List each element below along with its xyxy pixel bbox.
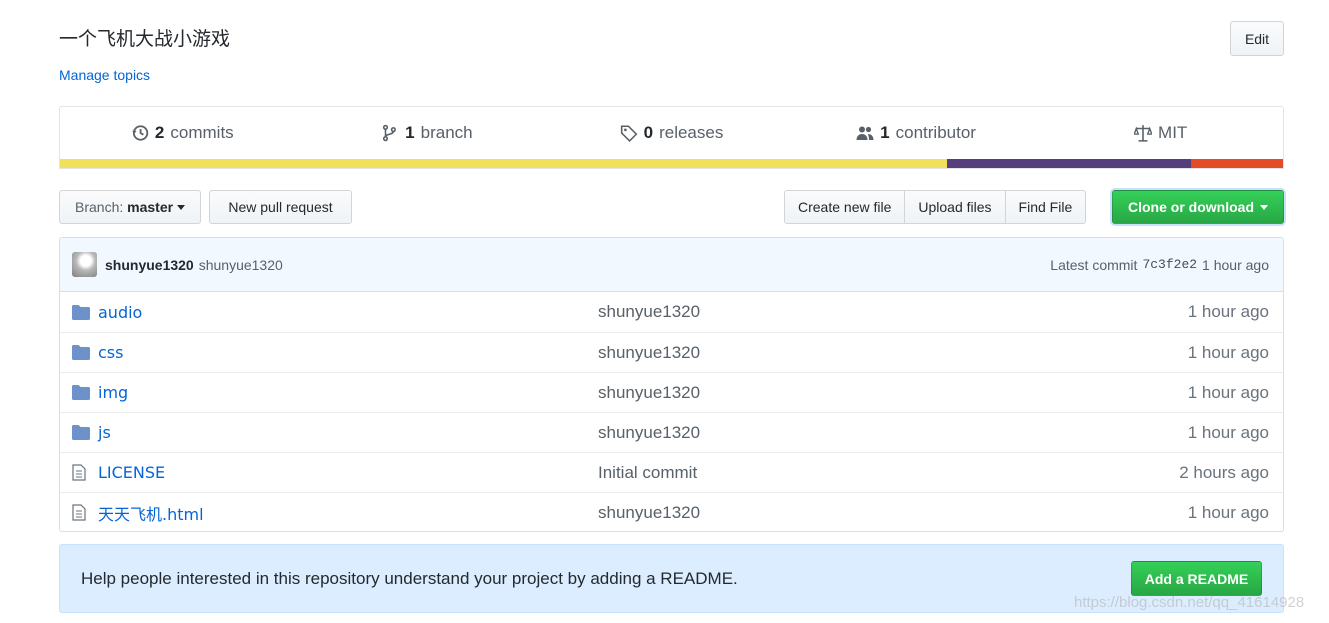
branch-name: master <box>127 199 174 215</box>
latest-commit-info: Latest commit 7c3f2e2 1 hour ago <box>1050 257 1269 273</box>
file-row: 天天飞机.html shunyue1320 1 hour ago <box>60 492 1283 531</box>
tag-icon <box>620 125 638 142</box>
file-name-link[interactable]: img <box>98 383 598 402</box>
releases-label: releases <box>659 123 724 142</box>
language-bar[interactable] <box>60 159 1283 168</box>
contributor-label: contributor <box>895 123 976 142</box>
file-commit-message[interactable]: shunyue1320 <box>598 343 1188 363</box>
folder-icon <box>72 345 90 361</box>
branch-prefix: Branch: <box>75 199 124 215</box>
file-icon <box>72 464 90 481</box>
contributors-stat[interactable]: 1 contributor <box>794 107 1039 159</box>
language-bar-segment[interactable] <box>946 159 1192 168</box>
file-commit-age: 2 hours ago <box>1179 462 1269 482</box>
file-row: js shunyue1320 1 hour ago <box>60 412 1283 452</box>
upload-files-button[interactable]: Upload files <box>904 190 1006 224</box>
folder-icon <box>72 385 90 401</box>
file-commit-message[interactable]: shunyue1320 <box>598 423 1188 443</box>
people-icon <box>856 126 874 140</box>
commit-author[interactable]: shunyue1320 <box>105 257 194 273</box>
caret-down-icon <box>1260 204 1268 210</box>
folder-icon <box>72 304 90 320</box>
clone-or-download-button[interactable]: Clone or download <box>1112 190 1284 224</box>
file-commit-age: 1 hour ago <box>1187 382 1269 402</box>
branch-icon <box>383 124 397 142</box>
manage-topics-link[interactable]: Manage topics <box>59 67 150 83</box>
repo-summary: 2 commits 1 branch 0 releases 1 contribu… <box>59 106 1284 169</box>
repo-description: 一个飞机大战小游戏 <box>59 28 231 50</box>
file-actions-group: Create new file Upload files Find File <box>784 190 1087 224</box>
branch-count: 1 <box>405 123 415 142</box>
commits-label: commits <box>170 123 234 142</box>
new-pull-request-button[interactable]: New pull request <box>209 190 352 224</box>
file-commit-message[interactable]: shunyue1320 <box>598 383 1188 403</box>
file-commit-age: 1 hour ago <box>1187 342 1269 362</box>
commit-message[interactable]: shunyue1320 <box>199 257 283 273</box>
file-commit-message[interactable]: shunyue1320 <box>598 302 1188 322</box>
file-row: audio shunyue1320 1 hour ago <box>60 292 1283 332</box>
watermark: https://blog.csdn.net/qq_41614928 <box>1074 594 1305 611</box>
add-readme-button[interactable]: Add a README <box>1131 561 1262 596</box>
law-icon <box>1134 125 1153 142</box>
latest-commit-prefix: Latest commit <box>1050 256 1138 273</box>
file-commit-message[interactable]: Initial commit <box>598 463 1179 483</box>
branch-stat[interactable]: 1 branch <box>305 107 550 159</box>
create-new-file-button[interactable]: Create new file <box>784 190 906 224</box>
avatar[interactable] <box>72 252 97 277</box>
caret-down-icon <box>176 204 185 210</box>
releases-stat[interactable]: 0 releases <box>549 107 794 159</box>
license-stat[interactable]: MIT <box>1038 107 1283 159</box>
file-row: img shunyue1320 1 hour ago <box>60 372 1283 412</box>
latest-commit-bar: shunyue1320 shunyue1320 Latest commit 7c… <box>60 238 1283 292</box>
readme-prompt-text: Help people interested in this repositor… <box>81 568 738 588</box>
file-name-link[interactable]: css <box>98 343 598 362</box>
file-list: shunyue1320 shunyue1320 Latest commit 7c… <box>59 237 1284 532</box>
file-row: css shunyue1320 1 hour ago <box>60 332 1283 372</box>
language-bar-segment[interactable] <box>60 159 947 168</box>
edit-button[interactable]: Edit <box>1230 21 1284 56</box>
clone-label: Clone or download <box>1128 199 1254 215</box>
language-bar-segment[interactable] <box>1191 159 1283 168</box>
file-name-link[interactable]: js <box>98 423 598 442</box>
history-icon <box>132 125 149 141</box>
file-commit-age: 1 hour ago <box>1187 302 1269 321</box>
file-row: LICENSE Initial commit 2 hours ago <box>60 452 1283 492</box>
contributor-count: 1 <box>880 123 890 142</box>
file-icon <box>72 504 90 521</box>
releases-count: 0 <box>643 123 654 142</box>
commit-sha[interactable]: 7c3f2e2 <box>1142 257 1197 273</box>
commits-stat[interactable]: 2 commits <box>60 107 305 159</box>
file-name-link[interactable]: LICENSE <box>98 463 598 482</box>
file-commit-age: 1 hour ago <box>1187 502 1269 522</box>
branch-label: branch <box>420 123 473 142</box>
file-name-link[interactable]: 天天飞机.html <box>98 501 598 525</box>
file-name-link[interactable]: audio <box>98 303 598 322</box>
license-label: MIT <box>1158 123 1188 142</box>
commit-time: 1 hour ago <box>1202 256 1269 273</box>
find-file-button[interactable]: Find File <box>1004 190 1087 224</box>
branch-select-button[interactable]: Branch: master <box>59 190 201 224</box>
folder-icon <box>72 425 90 441</box>
file-commit-message[interactable]: shunyue1320 <box>598 503 1188 523</box>
commits-count: 2 <box>154 123 165 142</box>
file-commit-age: 1 hour ago <box>1187 422 1269 442</box>
